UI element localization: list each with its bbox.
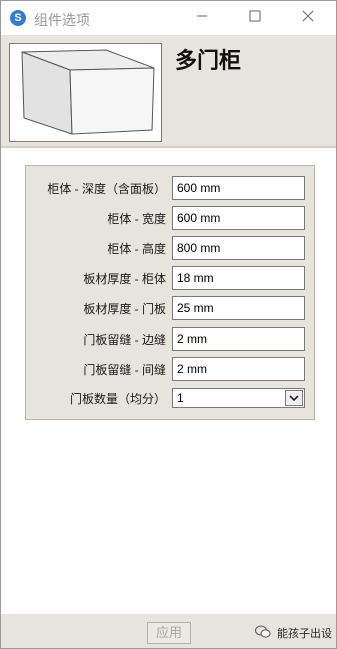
minimize-icon — [197, 15, 207, 17]
wechat-icon — [255, 625, 271, 638]
minimize-button[interactable] — [179, 5, 225, 31]
title-bar: S 组件选项 — [1, 1, 336, 35]
option-label: 板材厚度 - 柜体 — [83, 272, 166, 286]
edge-gap-input[interactable] — [172, 327, 305, 351]
component-options-window: S 组件选项 多门柜 柜体 - 深度（含面板） 600 mm 柜体 - 宽度 6… — [0, 0, 337, 649]
close-icon — [302, 10, 314, 22]
option-row-body-thickness: 板材厚度 - 柜体 — [26, 266, 314, 290]
option-label: 柜体 - 宽度 — [107, 212, 166, 226]
door-thickness-input[interactable] — [172, 296, 305, 320]
watermark-text: 能孩子出设 — [277, 628, 332, 640]
option-label: 柜体 - 深度（含面板） — [47, 182, 166, 196]
option-row-door-thickness: 板材厚度 - 门板 — [26, 296, 314, 320]
close-button[interactable] — [285, 5, 331, 31]
height-input[interactable] — [172, 236, 305, 260]
component-thumbnail — [9, 43, 162, 142]
option-row-height: 柜体 - 高度 — [26, 236, 314, 260]
sketchup-icon: S — [10, 10, 26, 26]
window-title: 组件选项 — [34, 12, 90, 28]
option-label: 柜体 - 高度 — [107, 242, 166, 256]
depth-input[interactable] — [172, 176, 305, 200]
width-input[interactable] — [172, 206, 305, 230]
apply-button[interactable]: 应用 — [147, 622, 191, 644]
door-count-value: 1 — [177, 391, 184, 405]
maximize-icon — [249, 10, 261, 22]
dropdown-button[interactable] — [285, 390, 303, 406]
option-label: 门板留缝 - 边缝 — [83, 333, 166, 347]
option-row-depth: 柜体 - 深度（含面板） — [26, 176, 314, 200]
option-row-width: 柜体 - 宽度 — [26, 206, 314, 230]
cabinet-preview-icon — [21, 49, 155, 135]
watermark: 能孩子出设 — [255, 624, 335, 642]
options-panel: 柜体 - 深度（含面板） 柜体 - 宽度 柜体 - 高度 板材厚度 - 柜体 板… — [25, 165, 315, 420]
component-header: 多门柜 — [1, 35, 336, 146]
component-name: 多门柜 — [175, 48, 242, 73]
options-area: 柜体 - 深度（含面板） 柜体 - 宽度 柜体 - 高度 板材厚度 - 柜体 板… — [1, 148, 336, 614]
option-label: 门板数量（均分） — [69, 392, 166, 406]
option-row-door-count: 门板数量（均分） 1 — [26, 388, 314, 412]
chevron-down-icon — [289, 395, 299, 402]
option-row-middle-gap: 门板留缝 - 间缝 — [26, 357, 314, 381]
middle-gap-input[interactable] — [172, 357, 305, 381]
door-count-select[interactable]: 1 — [172, 388, 305, 408]
footer-bar: 应用 能孩子出设 — [1, 614, 336, 648]
body-thickness-input[interactable] — [172, 266, 305, 290]
maximize-button[interactable] — [232, 5, 278, 31]
option-row-edge-gap: 门板留缝 - 边缝 — [26, 327, 314, 351]
option-label: 门板留缝 - 间缝 — [83, 363, 166, 377]
option-label: 板材厚度 - 门板 — [83, 302, 166, 316]
